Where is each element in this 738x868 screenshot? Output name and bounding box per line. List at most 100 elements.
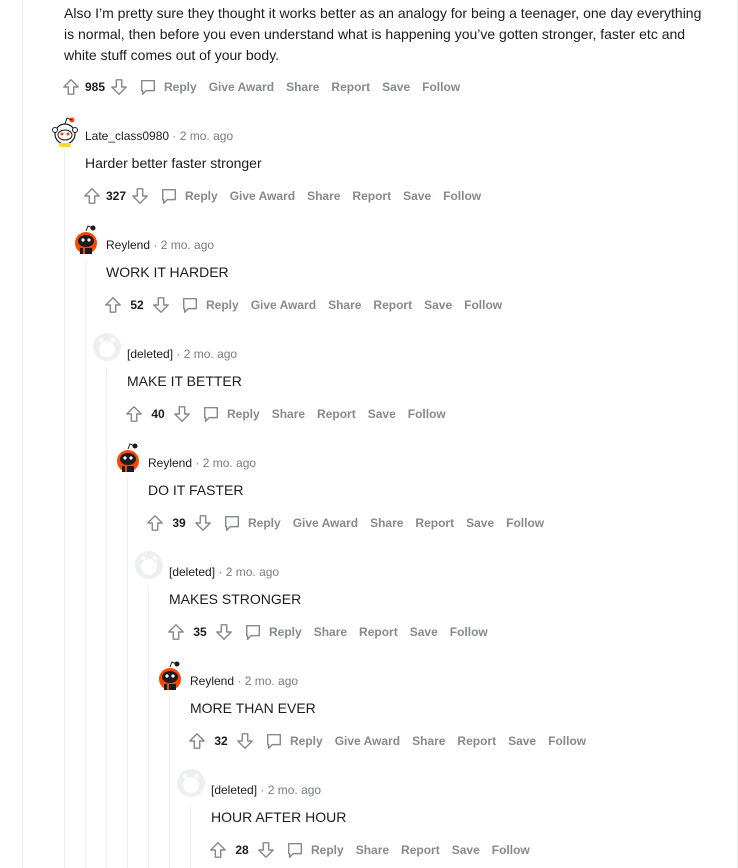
save-button[interactable]: Save	[508, 734, 536, 748]
reply-label: Reply	[185, 189, 218, 203]
reply-button[interactable]: Reply	[180, 296, 239, 314]
user-avatar-icon[interactable]	[155, 659, 185, 690]
comment-time[interactable]: · 2 mo. ago	[260, 783, 321, 797]
share-button[interactable]: Share	[314, 625, 347, 639]
save-button[interactable]: Save	[368, 407, 396, 421]
follow-button[interactable]: Follow	[422, 80, 460, 94]
thread-rail[interactable]	[106, 369, 107, 868]
user-avatar-icon[interactable]	[50, 114, 80, 147]
comment-time[interactable]: · 2 mo. ago	[153, 238, 214, 252]
reply-button[interactable]: Reply	[138, 78, 197, 96]
comment-author[interactable]: [deleted]	[211, 783, 257, 797]
comment-time[interactable]: · 2 mo. ago	[176, 347, 237, 361]
downvote-icon[interactable]	[213, 622, 235, 642]
upvote-icon[interactable]	[165, 622, 187, 642]
share-button[interactable]: Share	[286, 80, 319, 94]
comment-time[interactable]: · 2 mo. ago	[172, 129, 233, 143]
deleted-avatar-icon	[134, 550, 164, 580]
upvote-icon[interactable]	[60, 77, 82, 97]
give-award-button[interactable]: Give Award	[293, 516, 358, 530]
save-button[interactable]: Save	[424, 298, 452, 312]
comment-time[interactable]: · 2 mo. ago	[218, 565, 279, 579]
comment-body: DO IT FASTER	[148, 482, 244, 498]
reply-label: Reply	[248, 516, 281, 530]
thread-rail[interactable]	[169, 696, 170, 868]
report-button[interactable]: Report	[457, 734, 496, 748]
upvote-icon[interactable]	[81, 186, 103, 206]
follow-button[interactable]: Follow	[443, 189, 481, 203]
upvote-icon[interactable]	[144, 513, 166, 533]
reply-label: Reply	[269, 625, 302, 639]
save-button[interactable]: Save	[403, 189, 431, 203]
comment-time[interactable]: · 2 mo. ago	[237, 674, 298, 688]
user-avatar-icon[interactable]	[113, 441, 143, 472]
share-button[interactable]: Share	[412, 734, 445, 748]
comment-body: MAKES STRONGER	[169, 591, 302, 607]
report-button[interactable]: Report	[359, 625, 398, 639]
comment-time[interactable]: · 2 mo. ago	[195, 456, 256, 470]
thread-rail[interactable]	[148, 587, 149, 868]
thread-rail[interactable]	[190, 805, 191, 868]
comment-body: Harder better faster stronger	[85, 155, 262, 171]
save-button[interactable]: Save	[466, 516, 494, 530]
thread-rail[interactable]	[22, 0, 23, 868]
reply-label: Reply	[164, 80, 197, 94]
report-button[interactable]: Report	[373, 298, 412, 312]
report-button[interactable]: Report	[352, 189, 391, 203]
downvote-icon[interactable]	[129, 186, 151, 206]
reply-button[interactable]: Reply	[285, 841, 344, 859]
downvote-icon[interactable]	[150, 295, 172, 315]
upvote-icon[interactable]	[123, 404, 145, 424]
share-button[interactable]: Share	[356, 843, 389, 857]
give-award-button[interactable]: Give Award	[251, 298, 316, 312]
share-button[interactable]: Share	[370, 516, 403, 530]
downvote-icon[interactable]	[171, 404, 193, 424]
reply-button[interactable]: Reply	[264, 732, 323, 750]
comment-author[interactable]: Late_class0980	[85, 129, 169, 143]
comment-author[interactable]: Reylend	[106, 238, 150, 252]
comment-author[interactable]: Reylend	[190, 674, 234, 688]
follow-button[interactable]: Follow	[408, 407, 446, 421]
share-button[interactable]: Share	[328, 298, 361, 312]
give-award-button[interactable]: Give Award	[230, 189, 295, 203]
reply-button[interactable]: Reply	[159, 187, 218, 205]
report-button[interactable]: Report	[317, 407, 356, 421]
comment-author[interactable]: Reylend	[148, 456, 192, 470]
save-button[interactable]: Save	[452, 843, 480, 857]
downvote-icon[interactable]	[255, 840, 277, 860]
save-button[interactable]: Save	[382, 80, 410, 94]
save-button[interactable]: Save	[410, 625, 438, 639]
thread-rail[interactable]	[85, 260, 86, 868]
report-button[interactable]: Report	[331, 80, 370, 94]
follow-button[interactable]: Follow	[548, 734, 586, 748]
reply-button[interactable]: Reply	[243, 623, 302, 641]
follow-button[interactable]: Follow	[450, 625, 488, 639]
comment-author[interactable]: [deleted]	[169, 565, 215, 579]
downvote-icon[interactable]	[234, 731, 256, 751]
give-award-button[interactable]: Give Award	[335, 734, 400, 748]
downvote-icon[interactable]	[192, 513, 214, 533]
upvote-icon[interactable]	[186, 731, 208, 751]
follow-button[interactable]: Follow	[464, 298, 502, 312]
reply-button[interactable]: Reply	[201, 405, 260, 423]
user-avatar-icon[interactable]	[71, 223, 101, 254]
deleted-avatar-icon	[92, 332, 122, 362]
reply-label: Reply	[311, 843, 344, 857]
share-button[interactable]: Share	[307, 189, 340, 203]
parent-comment-body: Also I’m pretty sure they thought it wor…	[64, 5, 702, 63]
follow-button[interactable]: Follow	[492, 843, 530, 857]
downvote-icon[interactable]	[108, 77, 130, 97]
give-award-button[interactable]: Give Award	[209, 80, 274, 94]
reply-button[interactable]: Reply	[222, 514, 281, 532]
thread-rail[interactable]	[64, 150, 65, 868]
upvote-icon[interactable]	[102, 295, 124, 315]
share-button[interactable]: Share	[272, 407, 305, 421]
report-button[interactable]: Report	[415, 516, 454, 530]
comment-author[interactable]: [deleted]	[127, 347, 173, 361]
comment-body: HOUR AFTER HOUR	[211, 809, 347, 825]
report-button[interactable]: Report	[401, 843, 440, 857]
upvote-icon[interactable]	[207, 840, 229, 860]
follow-button[interactable]: Follow	[506, 516, 544, 530]
thread-rail[interactable]	[127, 478, 128, 868]
reply-icon	[224, 515, 240, 531]
